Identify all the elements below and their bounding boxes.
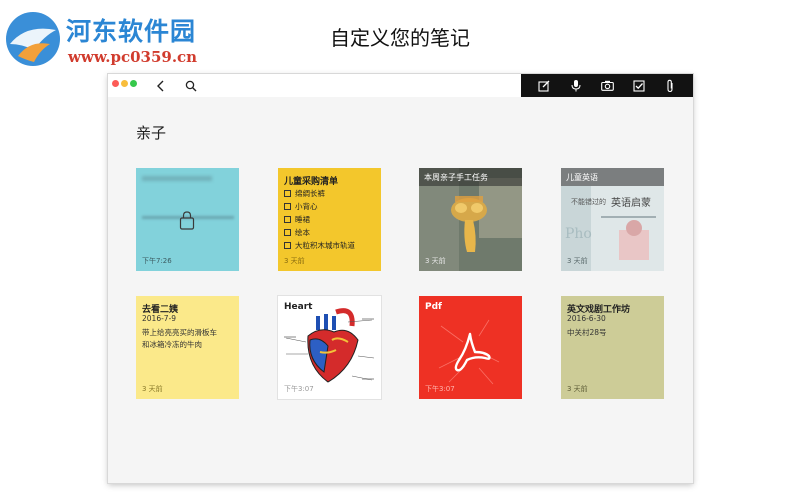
note-date: 2016-6-30: [567, 314, 606, 323]
note-card-heart[interactable]: Heart 下午3:07: [278, 296, 381, 399]
blurred-text-line: [142, 176, 212, 181]
note-card-drama[interactable]: 英文戏剧工作坊 2016-6-30 中关村28号 3 天前: [561, 296, 664, 399]
new-note-button[interactable]: [536, 77, 552, 94]
checklist-item-label: 大粒积木城市轨道: [295, 241, 355, 250]
lock-icon: [179, 210, 195, 234]
title-bar: [108, 74, 693, 97]
note-line: 和冰箱冷冻的牛肉: [142, 340, 202, 349]
note-title: 儿童英语: [566, 173, 598, 182]
search-button[interactable]: [182, 77, 200, 95]
book-title: 英语启蒙: [611, 198, 651, 209]
zoom-window-button[interactable]: [130, 80, 137, 87]
minimize-window-button[interactable]: [121, 80, 128, 87]
checklist-item[interactable]: 绘本: [284, 227, 310, 238]
note-time: 下午7:26: [142, 257, 172, 265]
voice-note-button[interactable]: [568, 77, 584, 94]
checkbox-icon: [284, 229, 291, 236]
chevron-left-icon: [157, 80, 164, 92]
note-time: 3 天前: [142, 385, 163, 393]
note-header: 本周亲子手工任务: [419, 168, 522, 186]
note-date: 2016-7-9: [142, 314, 177, 323]
note-time: 3 天前: [567, 385, 588, 393]
note-card-craft-photo[interactable]: 本周亲子手工任务 3 天前: [419, 168, 522, 271]
note-card-english-photo[interactable]: Pho 英语启蒙 不能错过的 儿童英语 3 天前: [561, 168, 664, 271]
note-time: 下午3:07: [425, 385, 455, 393]
note-card-shopping-list[interactable]: 儿童采购清单 绵绸长裤 小背心 睡裙 绘本 大粒积木城市轨道 3 天前: [278, 168, 381, 271]
svg-text:Pho: Pho: [565, 226, 592, 242]
search-icon: [185, 80, 197, 92]
attachment-icon: [667, 79, 673, 92]
checkbox-icon: [633, 79, 645, 92]
note-time: 3 天前: [425, 257, 446, 265]
note-card-locked[interactable]: 下午7:26: [136, 168, 239, 271]
note-line: 中关村28号: [567, 328, 607, 337]
checklist-item-label: 绘本: [295, 228, 310, 237]
attachment-button[interactable]: [662, 77, 678, 94]
note-time: 下午3:07: [284, 385, 314, 393]
close-window-button[interactable]: [112, 80, 119, 87]
section-title: 亲子: [136, 124, 167, 142]
note-title: 儿童采购清单: [284, 177, 339, 187]
checklist-item-label: 绵绸长裤: [295, 189, 325, 198]
checkbox-icon: [284, 203, 291, 210]
checkbox-icon: [284, 190, 291, 197]
checkbox-icon: [284, 242, 291, 249]
checklist-item[interactable]: 绵绸长裤: [284, 188, 325, 199]
note-card-visit[interactable]: 去看二姨 2016-7-9 带上给亮亮买的滑板车 和冰箱冷冻的牛肉 3 天前: [136, 296, 239, 399]
checklist-button[interactable]: [631, 77, 647, 94]
note-time: 3 天前: [284, 257, 305, 265]
page-headline: 自定义您的笔记: [330, 26, 470, 50]
note-time: 3 天前: [567, 257, 588, 265]
microphone-icon: [571, 80, 581, 92]
edit-icon: [538, 80, 550, 92]
checkbox-icon: [284, 216, 291, 223]
checklist-item[interactable]: 小背心: [284, 201, 318, 212]
camera-button[interactable]: [599, 77, 615, 94]
note-card-pdf[interactable]: Pdf 下午3:07: [419, 296, 522, 399]
book-side-text: 不能错过的: [571, 198, 606, 206]
back-button[interactable]: [152, 77, 170, 95]
checklist-item[interactable]: 睡裙: [284, 214, 310, 225]
checklist-item[interactable]: 大粒积木城市轨道: [284, 240, 355, 251]
camera-icon: [600, 80, 614, 91]
checklist-item-label: 小背心: [295, 202, 318, 211]
checklist-item-label: 睡裙: [295, 215, 310, 224]
note-toolbar: [521, 74, 693, 97]
note-line: 带上给亮亮买的滑板车: [142, 328, 217, 337]
app-window: 亲子 下午7:26 儿童采购清单 绵绸长裤 小背心 睡裙 绘本 大粒积木城市轨道…: [108, 74, 693, 483]
note-title: 本周亲子手工任务: [424, 173, 488, 182]
note-header: 儿童英语: [561, 168, 664, 186]
